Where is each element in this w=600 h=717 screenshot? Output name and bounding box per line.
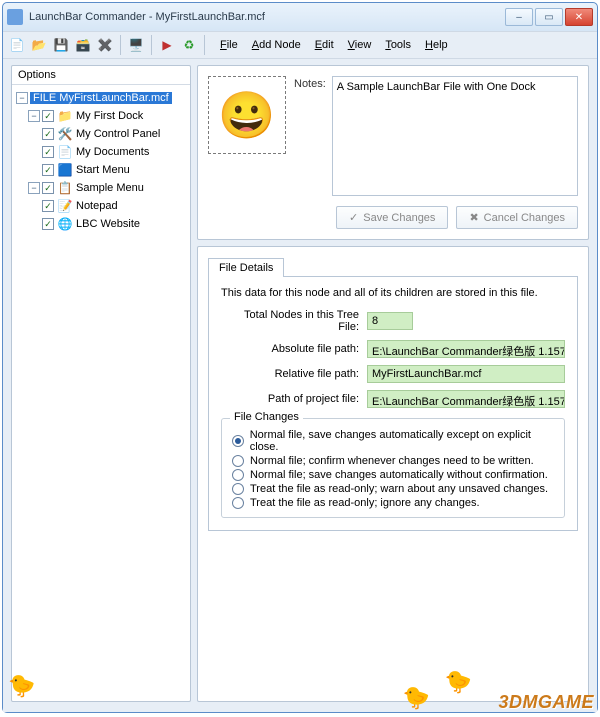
radio-label: Treat the file as read-only; warn about …: [250, 483, 548, 495]
file-changes-legend: File Changes: [230, 411, 303, 423]
tree-label: Sample Menu: [76, 182, 144, 194]
project-path-label: Path of project file:: [221, 393, 363, 405]
menu-file[interactable]: File: [214, 36, 244, 54]
radio-icon[interactable]: [232, 455, 244, 467]
tree-label: Notepad: [76, 200, 118, 212]
close-button[interactable]: ✕: [565, 8, 593, 26]
radio-icon[interactable]: [232, 435, 244, 447]
tree-node-item[interactable]: ✓ 📄 My Documents: [14, 143, 188, 161]
menu-icon: 📋: [57, 180, 73, 196]
titlebar[interactable]: LaunchBar Commander - MyFirstLaunchBar.m…: [3, 3, 597, 31]
radio-icon[interactable]: [232, 469, 244, 481]
radio-label: Treat the file as read-only; ignore any …: [250, 497, 480, 509]
radio-label: Normal file, save changes automatically …: [250, 429, 554, 453]
minimize-button[interactable]: –: [505, 8, 533, 26]
menu-add-node[interactable]: Add Node: [246, 36, 307, 54]
control-panel-icon: 🛠️: [57, 126, 73, 142]
tree-label: My Documents: [76, 146, 149, 158]
details-description: This data for this node and all of its c…: [221, 287, 565, 299]
checkbox-icon[interactable]: ✓: [42, 200, 54, 212]
preview-panel: 😀 Notes: ✓Save Changes ✖Cancel Changes: [197, 65, 589, 240]
menu-edit[interactable]: Edit: [309, 36, 340, 54]
menu-help[interactable]: Help: [419, 36, 454, 54]
tree-label: My Control Panel: [76, 128, 160, 140]
details-panel: File Details This data for this node and…: [197, 246, 589, 702]
open-folder-icon[interactable]: 📂: [29, 35, 49, 55]
absolute-path-label: Absolute file path:: [221, 343, 363, 355]
file-changes-group: File Changes Normal file, save changes a…: [221, 418, 565, 518]
tree-header: Options: [12, 66, 190, 85]
tree-node-item[interactable]: ✓ 🛠️ My Control Panel: [14, 125, 188, 143]
menu-view[interactable]: View: [342, 36, 378, 54]
check-icon: ✓: [349, 211, 358, 224]
checkbox-icon[interactable]: ✓: [42, 110, 54, 122]
right-panel: 😀 Notes: ✓Save Changes ✖Cancel Changes F…: [197, 65, 589, 702]
notes-label: Notes:: [294, 76, 326, 196]
refresh-icon[interactable]: 🖥️: [126, 35, 146, 55]
radio-icon[interactable]: [232, 483, 244, 495]
checkbox-icon[interactable]: ✓: [42, 146, 54, 158]
collapse-icon[interactable]: −: [16, 92, 28, 104]
save-changes-button[interactable]: ✓Save Changes: [336, 206, 448, 229]
file-changes-option[interactable]: Treat the file as read-only; ignore any …: [232, 497, 554, 509]
menu-tools[interactable]: Tools: [379, 36, 417, 54]
tree-node-file-root[interactable]: − FILE MyFirstLaunchBar.mcf: [14, 89, 188, 107]
folder-icon: 📁: [57, 108, 73, 124]
checkbox-icon[interactable]: ✓: [42, 128, 54, 140]
file-changes-option[interactable]: Normal file; save changes automatically …: [232, 469, 554, 481]
cancel-changes-button[interactable]: ✖Cancel Changes: [456, 206, 578, 229]
relative-path-field[interactable]: MyFirstLaunchBar.mcf: [367, 365, 565, 383]
notes-textarea[interactable]: [332, 76, 578, 196]
start-menu-icon: 🟦: [57, 162, 73, 178]
project-path-field[interactable]: E:\LaunchBar Commander绿色版 1.157.01-软件No1…: [367, 390, 565, 408]
app-icon: [7, 9, 23, 25]
toolbar-separator: [151, 35, 152, 55]
toolbar-separator: [204, 35, 205, 55]
radio-label: Normal file; confirm whenever changes ne…: [250, 455, 534, 467]
radio-label: Normal file; save changes automatically …: [250, 469, 548, 481]
file-changes-option[interactable]: Normal file; confirm whenever changes ne…: [232, 455, 554, 467]
file-changes-option[interactable]: Normal file, save changes automatically …: [232, 429, 554, 453]
tree-node-item[interactable]: ✓ 📝 Notepad: [14, 197, 188, 215]
total-nodes-field[interactable]: 8: [367, 312, 413, 330]
toolbar-separator: [120, 35, 121, 55]
save-icon[interactable]: 💾: [51, 35, 71, 55]
tree-node-dock[interactable]: − ✓ 📁 My First Dock: [14, 107, 188, 125]
tree-node-sample-menu[interactable]: − ✓ 📋 Sample Menu: [14, 179, 188, 197]
collapse-icon[interactable]: −: [28, 110, 40, 122]
tree-panel: Options − FILE MyFirstLaunchBar.mcf − ✓ …: [11, 65, 191, 702]
checkbox-icon[interactable]: ✓: [42, 182, 54, 194]
checkbox-icon[interactable]: ✓: [42, 218, 54, 230]
tree-view[interactable]: − FILE MyFirstLaunchBar.mcf − ✓ 📁 My Fir…: [12, 85, 190, 701]
file-changes-option[interactable]: Treat the file as read-only; warn about …: [232, 483, 554, 495]
absolute-path-field[interactable]: E:\LaunchBar Commander绿色版 1.157.01-软件No1…: [367, 340, 565, 358]
tab-file-details[interactable]: File Details: [208, 258, 284, 277]
documents-icon: 📄: [57, 144, 73, 160]
relative-path-label: Relative file path:: [221, 368, 363, 380]
checkbox-icon[interactable]: ✓: [42, 164, 54, 176]
tree-label: Start Menu: [76, 164, 130, 176]
radio-icon[interactable]: [232, 497, 244, 509]
toolbar: 📄 📂 💾 🗃️ ✖️ 🖥️ ▶ ♻ File Add Node Edit Vi…: [3, 31, 597, 59]
tree-label: LBC Website: [76, 218, 140, 230]
launch-icon[interactable]: ▶: [157, 35, 177, 55]
maximize-button[interactable]: ▭: [535, 8, 563, 26]
new-file-icon[interactable]: 📄: [7, 35, 27, 55]
notepad-icon: 📝: [57, 198, 73, 214]
website-icon: 🌐: [57, 216, 73, 232]
reload-icon[interactable]: ♻: [179, 35, 199, 55]
app-window: LaunchBar Commander - MyFirstLaunchBar.m…: [2, 2, 598, 713]
tree-label: My First Dock: [76, 110, 143, 122]
window-title: LaunchBar Commander - MyFirstLaunchBar.m…: [29, 11, 505, 23]
collapse-icon[interactable]: −: [28, 182, 40, 194]
save-all-icon[interactable]: 🗃️: [73, 35, 93, 55]
cancel-icon: ✖: [469, 211, 478, 224]
node-icon-preview[interactable]: 😀: [208, 76, 286, 154]
tree-node-item[interactable]: ✓ 🌐 LBC Website: [14, 215, 188, 233]
total-nodes-label: Total Nodes in this Tree File:: [221, 309, 363, 333]
tree-label: FILE MyFirstLaunchBar.mcf: [30, 92, 172, 104]
close-file-icon[interactable]: ✖️: [95, 35, 115, 55]
tree-node-item[interactable]: ✓ 🟦 Start Menu: [14, 161, 188, 179]
